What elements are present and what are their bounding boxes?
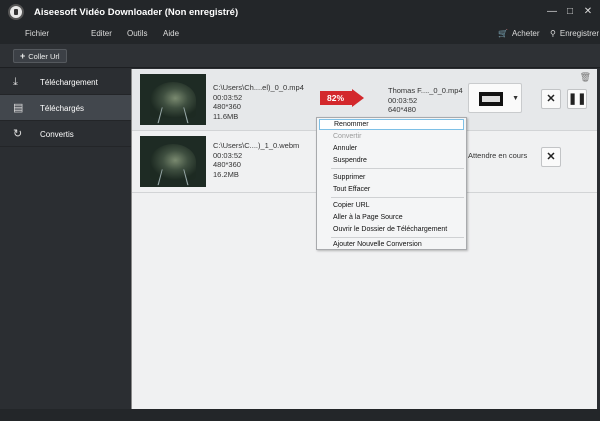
app-logo-icon bbox=[8, 4, 24, 20]
sidebar-item-label: Convertis bbox=[40, 130, 74, 139]
source-duration: 00:03:52 bbox=[213, 92, 243, 102]
minimize-button[interactable]: — bbox=[546, 6, 558, 18]
output-meta: Thomas F...._0_0.mp4 00:03:52 640*480 bbox=[388, 86, 463, 115]
progress-badge: 82% bbox=[320, 89, 364, 107]
output-duration: 00:03:52 bbox=[388, 95, 418, 105]
menu-separator bbox=[331, 237, 464, 238]
source-size: 11.6MB bbox=[213, 111, 239, 121]
app-title: Aiseesoft Vidéo Downloader (Non enregist… bbox=[34, 7, 239, 18]
context-item-open-folder[interactable]: Ouvrir le Dossier de Téléchargement bbox=[319, 224, 464, 235]
sidebar-item-downloading[interactable]: ⤓ Téléchargement bbox=[0, 69, 131, 95]
register-label: Enregistrer bbox=[559, 29, 599, 38]
paste-url-label: Coller Url bbox=[28, 52, 60, 61]
key-icon: ⚲ bbox=[550, 29, 556, 38]
source-path: C:\Users\Ch....el)_0_0.mp4 bbox=[213, 83, 304, 92]
downloaded-icon: ▤ bbox=[13, 102, 24, 114]
menu-separator bbox=[331, 197, 464, 198]
download-icon: ⤓ bbox=[13, 76, 18, 88]
menu-fichier[interactable]: Fichier bbox=[25, 29, 49, 38]
context-item-cancel[interactable]: Annuler bbox=[319, 143, 464, 154]
context-item-delete[interactable]: Supprimer bbox=[319, 172, 464, 183]
context-item-add-conversion[interactable]: Ajouter Nouvelle Conversion bbox=[319, 239, 464, 250]
context-item-suspend[interactable]: Suspendre bbox=[319, 155, 464, 166]
video-thumbnail bbox=[140, 74, 206, 125]
context-item-clear-all[interactable]: Tout Effacer bbox=[319, 184, 464, 195]
cancel-button[interactable]: ✕ bbox=[541, 89, 561, 109]
menu-outils[interactable]: Outils bbox=[127, 29, 147, 38]
film-format-icon bbox=[479, 92, 503, 106]
output-resolution: 640*480 bbox=[388, 105, 416, 114]
sidebar-item-downloaded[interactable]: ▤ Téléchargés bbox=[0, 95, 131, 121]
menu-separator bbox=[331, 168, 464, 169]
status-bar bbox=[0, 409, 600, 421]
sidebar-item-label: Téléchargement bbox=[40, 78, 98, 87]
toolbar: + Coller Url bbox=[0, 44, 600, 68]
source-meta: C:\Users\C....)_1_0.webm 00:03:52 480*36… bbox=[213, 141, 299, 179]
source-resolution: 480*360 bbox=[213, 102, 241, 111]
context-item-source-page[interactable]: Aller à la Page Source bbox=[319, 212, 464, 223]
buy-label: Acheter bbox=[511, 29, 540, 38]
context-item-copy-url[interactable]: Copier URL bbox=[319, 200, 464, 211]
sidebar: ⤓ Téléchargement ▤ Téléchargés ↻ Convert… bbox=[0, 69, 131, 409]
progress-percent: 82% bbox=[327, 93, 345, 103]
source-meta: C:\Users\Ch....el)_0_0.mp4 00:03:52 480*… bbox=[213, 83, 304, 121]
paste-url-button[interactable]: + Coller Url bbox=[13, 49, 67, 63]
menu-editer[interactable]: Editer bbox=[91, 29, 112, 38]
context-item-rename[interactable]: Renommer bbox=[319, 119, 464, 130]
plus-icon: + bbox=[20, 51, 26, 61]
source-resolution: 480*360 bbox=[213, 160, 241, 169]
convert-icon: ↻ bbox=[13, 128, 23, 140]
status-text: Attendre en cours bbox=[468, 151, 528, 160]
output-name: Thomas F...._0_0.mp4 bbox=[388, 86, 463, 95]
menu-aide[interactable]: Aide bbox=[163, 29, 179, 38]
pause-button[interactable]: ❚❚ bbox=[567, 89, 587, 109]
source-path: C:\Users\C....)_1_0.webm bbox=[213, 141, 300, 150]
source-duration: 00:03:52 bbox=[213, 150, 243, 160]
cart-icon: 🛒 bbox=[498, 29, 508, 38]
cancel-button[interactable]: ✕ bbox=[541, 147, 561, 167]
register-button[interactable]: ⚲ Enregistrer bbox=[550, 29, 599, 38]
chevron-down-icon[interactable]: ▼ bbox=[512, 95, 519, 102]
menu-bar: Fichier Editer Outils Aide 🛒 Acheter ⚲ Enr… bbox=[0, 24, 600, 44]
context-item-convert: Convertir bbox=[333, 133, 362, 140]
context-menu: Renommer Convertir Annuler Suspendre Sup… bbox=[316, 117, 467, 250]
output-format-selector[interactable]: ▼ bbox=[468, 83, 522, 113]
sidebar-item-converted[interactable]: ↻ Convertis bbox=[0, 121, 131, 147]
maximize-button[interactable]: □ bbox=[564, 6, 576, 18]
trash-icon[interactable]: 🗑 bbox=[580, 72, 591, 83]
source-size: 16.2MB bbox=[213, 169, 239, 179]
buy-button[interactable]: 🛒 Acheter bbox=[498, 29, 540, 38]
close-button[interactable]: ✕ bbox=[582, 6, 594, 18]
sidebar-item-label: Téléchargés bbox=[40, 104, 85, 113]
title-bar: Aiseesoft Vidéo Downloader (Non enregist… bbox=[0, 0, 600, 24]
video-thumbnail bbox=[140, 136, 206, 187]
